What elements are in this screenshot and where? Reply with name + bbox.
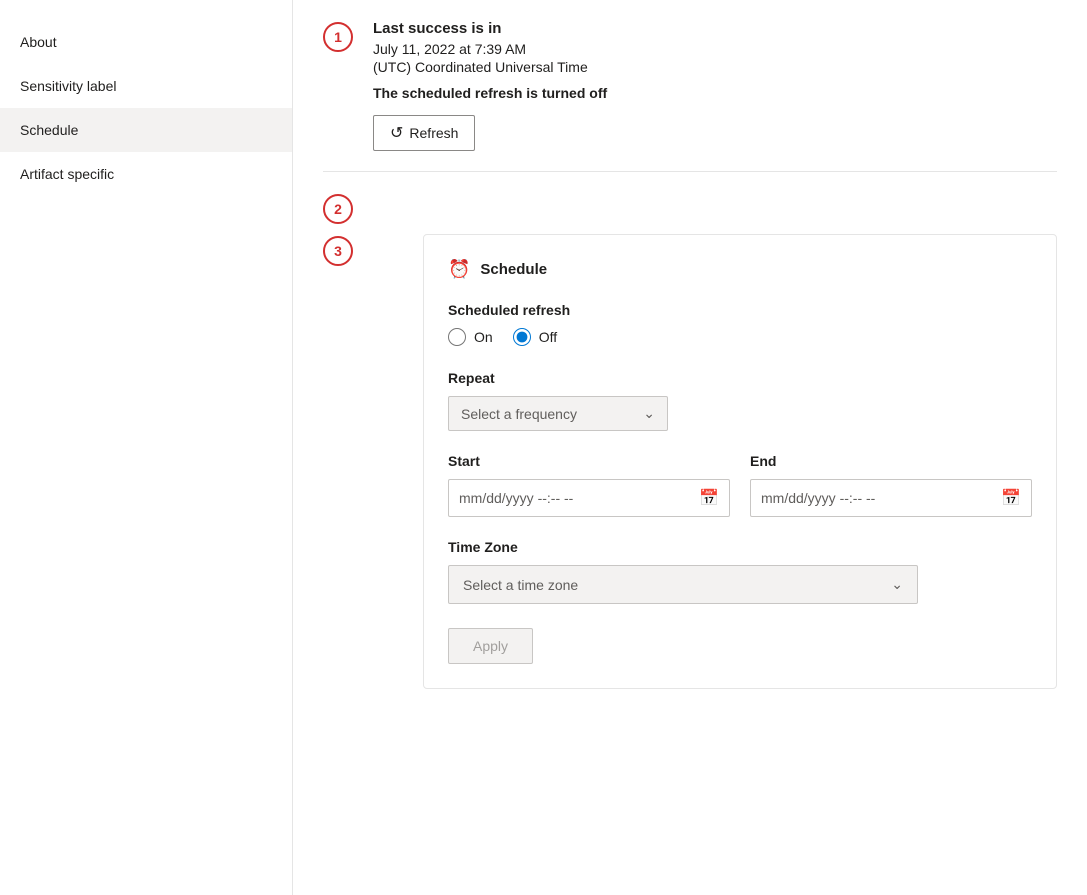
step3-circle: 3	[323, 236, 353, 266]
sidebar-item-artifact-specific[interactable]: Artifact specific	[0, 152, 292, 196]
end-input-wrapper[interactable]: mm/dd/yyyy --:-- -- 📅	[750, 479, 1032, 517]
last-success-timezone: (UTC) Coordinated Universal Time	[373, 59, 1057, 75]
last-success-title: Last success is in	[373, 20, 1057, 37]
refresh-icon: ↺	[390, 123, 403, 143]
refresh-button[interactable]: ↺ Refresh	[373, 115, 475, 151]
last-success-date: July 11, 2022 at 7:39 AM	[373, 41, 1057, 57]
timezone-section: Time Zone Select a time zone ⌄	[448, 539, 1032, 604]
end-placeholder: mm/dd/yyyy --:-- --	[761, 490, 993, 506]
step3-section: 3 ⏰ Schedule Scheduled refresh On	[323, 234, 1057, 689]
end-field: End mm/dd/yyyy --:-- -- 📅	[750, 453, 1032, 517]
timezone-select[interactable]: Select a time zone ⌄	[448, 565, 918, 604]
date-row: Start mm/dd/yyyy --:-- -- 📅 End mm/dd/yy…	[448, 453, 1032, 517]
sidebar: About Sensitivity label Schedule Artifac…	[0, 0, 293, 895]
step2-circle: 2	[323, 194, 353, 224]
schedule-card-title: Schedule	[480, 261, 547, 278]
sidebar-item-about[interactable]: About	[0, 20, 292, 64]
step1-section: 1 Last success is in July 11, 2022 at 7:…	[323, 20, 1057, 151]
step2-section: 2	[323, 192, 1057, 224]
sidebar-item-schedule[interactable]: Schedule	[0, 108, 292, 152]
scheduled-refresh-radio-group: On Off	[448, 328, 1032, 346]
clock-icon: ⏰	[448, 259, 470, 280]
apply-button[interactable]: Apply	[448, 628, 533, 664]
timezone-label: Time Zone	[448, 539, 1032, 555]
step1-circle: 1	[323, 22, 353, 52]
repeat-label: Repeat	[448, 370, 1032, 386]
radio-off-input[interactable]	[513, 328, 531, 346]
main-content: 1 Last success is in July 11, 2022 at 7:…	[293, 0, 1087, 895]
sidebar-item-sensitivity-label[interactable]: Sensitivity label	[0, 64, 292, 108]
frequency-select[interactable]: Select a frequency ⌄	[448, 396, 668, 431]
schedule-card-header: ⏰ Schedule	[448, 259, 1032, 280]
end-calendar-icon[interactable]: 📅	[1001, 488, 1021, 508]
end-label: End	[750, 453, 1032, 469]
start-calendar-icon[interactable]: 📅	[699, 488, 719, 508]
timezone-placeholder: Select a time zone	[463, 577, 578, 593]
radio-on-input[interactable]	[448, 328, 466, 346]
divider-1	[323, 171, 1057, 172]
start-placeholder: mm/dd/yyyy --:-- --	[459, 490, 691, 506]
start-input-wrapper[interactable]: mm/dd/yyyy --:-- -- 📅	[448, 479, 730, 517]
step1-number: 1	[334, 29, 342, 45]
frequency-placeholder: Select a frequency	[461, 406, 577, 422]
schedule-card: ⏰ Schedule Scheduled refresh On Off	[423, 234, 1057, 689]
repeat-section: Repeat Select a frequency ⌄	[448, 370, 1032, 431]
step3-number: 3	[334, 243, 342, 259]
radio-on-label: On	[474, 329, 493, 345]
refresh-button-label: Refresh	[409, 125, 458, 141]
main-layout: About Sensitivity label Schedule Artifac…	[0, 0, 1087, 895]
radio-off-label: Off	[539, 329, 557, 345]
chevron-down-icon: ⌄	[643, 405, 655, 422]
scheduled-refresh-status: The scheduled refresh is turned off	[373, 85, 1057, 101]
timezone-chevron-icon: ⌄	[891, 576, 903, 593]
scheduled-refresh-label: Scheduled refresh	[448, 302, 1032, 318]
step1-content: Last success is in July 11, 2022 at 7:39…	[373, 20, 1057, 151]
radio-option-off[interactable]: Off	[513, 328, 557, 346]
start-label: Start	[448, 453, 730, 469]
radio-option-on[interactable]: On	[448, 328, 493, 346]
apply-button-label: Apply	[473, 638, 508, 654]
start-field: Start mm/dd/yyyy --:-- -- 📅	[448, 453, 730, 517]
step2-number: 2	[334, 201, 342, 217]
